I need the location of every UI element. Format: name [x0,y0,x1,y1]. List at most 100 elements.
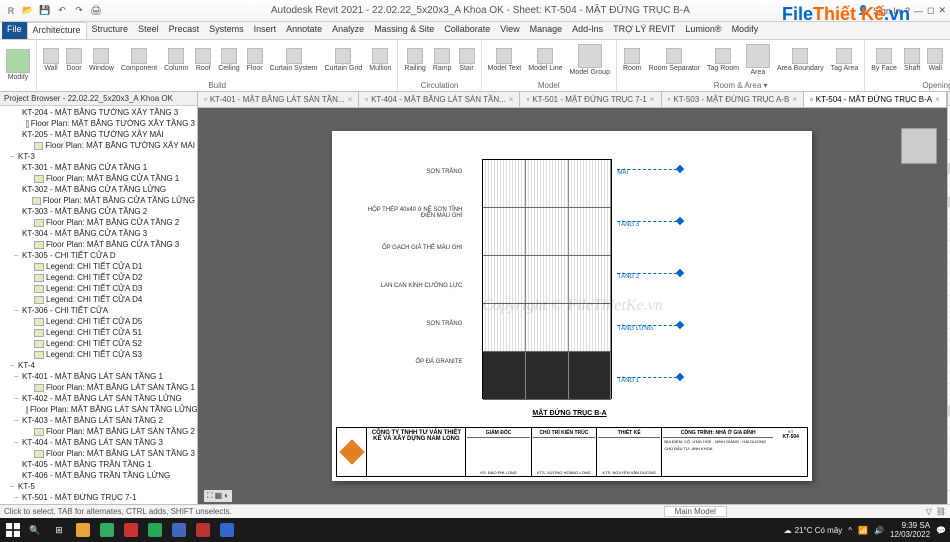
detail-level-icon[interactable]: ▦ [215,491,223,501]
select-links-icon[interactable]: ⛓ [936,507,946,516]
filter-icon[interactable]: ▽ [926,507,932,516]
ribbon-tab-modify[interactable]: Modify [727,22,764,39]
ribbon-tab-view[interactable]: View [495,22,524,39]
taskbar-app[interactable] [144,519,166,541]
ribbon-tab-massingsite[interactable]: Massing & Site [369,22,439,39]
by-face-button[interactable]: By Face [868,46,900,74]
taskbar-app[interactable] [168,519,190,541]
worksets-dropdown[interactable]: Main Model [664,506,727,517]
project-browser-tree[interactable]: KT-204 - MẶT BẰNG TƯỜNG XÂY TẦNG 3 Floor … [0,106,197,504]
model-line-button[interactable]: Model Line [525,46,565,74]
search-icon[interactable]: 🔍 [24,519,46,541]
tree-item[interactable]: Floor Plan: MẶT BẰNG TƯỜNG XÂY MÁI [0,140,197,151]
ribbon-tab-analyze[interactable]: Analyze [327,22,369,39]
ribbon-tab-trlrevit[interactable]: TRỢ LÝ REVIT [608,22,680,39]
view-control-bar[interactable]: ⛶ ▦ ◐ [204,490,232,502]
stair-button[interactable]: Stair [456,46,478,74]
tag-room-button[interactable]: Tag Room [704,46,742,74]
tree-item[interactable]: −KT-4 [0,360,197,371]
tree-item[interactable]: −KT-404 - MẶT BẰNG LÁT SÀN TẦNG 3 [0,437,197,448]
component-button[interactable]: Component [118,46,160,74]
clock[interactable]: 9:39 SA 12/03/2022 [890,521,930,539]
tree-item[interactable]: Floor Plan: MẶT BẰNG CỬA TẦNG 2 [0,217,197,228]
notifications-icon[interactable]: 💬 [936,526,946,535]
document-tab[interactable]: ▫KT-503 - MẶT ĐỨNG TRỤC A-B× [662,92,804,107]
tree-item[interactable]: −KT-401 - MẶT BẰNG LÁT SÀN TẦNG 1 [0,371,197,382]
save-icon[interactable]: 💾 [38,4,52,18]
ribbon-tab-structure[interactable]: Structure [87,22,134,39]
model-group-button[interactable]: Model Group [567,42,613,78]
tree-item[interactable]: KT-303 - MẶT BẰNG CỬA TẦNG 2 [0,206,197,217]
mullion-button[interactable]: Mullion [366,46,394,74]
close-icon[interactable]: ✕ [938,5,946,16]
tree-item[interactable]: Legend: CHI TIẾT CỬA D4 [0,294,197,305]
floor-button[interactable]: Floor [244,46,266,74]
document-tab[interactable]: ▫KT-404 - MẶT BẰNG LÁT SÀN TẦN...× [359,92,520,107]
ribbon-tab-precast[interactable]: Precast [164,22,205,39]
taskbar-app[interactable] [192,519,214,541]
area-button[interactable]: Area [743,42,773,78]
taskbar-app[interactable] [216,519,238,541]
tree-item[interactable]: Legend: CHI TIẾT CỬA S2 [0,338,197,349]
tree-item[interactable]: Floor Plan: MẶT BẰNG LÁT SÀN TẦNG 3 [0,448,197,459]
task-view-icon[interactable]: ⊞ [48,519,70,541]
ribbon-tab-file[interactable]: File [2,22,27,39]
ribbon-tab-collaborate[interactable]: Collaborate [439,22,495,39]
railing-button[interactable]: Railing [401,46,428,74]
ribbon-tab-lumion[interactable]: Lumion® [680,22,726,39]
ribbon-tab-addins[interactable]: Add-Ins [567,22,608,39]
close-tab-icon[interactable]: × [935,95,940,104]
tree-item[interactable]: Legend: CHI TIẾT CỬA D5 [0,316,197,327]
tree-item[interactable]: −KT-5 [0,481,197,492]
tree-item[interactable]: KT-301 - MẶT BẰNG CỬA TẦNG 1 [0,162,197,173]
ribbon-tab-steel[interactable]: Steel [133,22,164,39]
view-cube[interactable] [901,128,937,164]
tree-item[interactable]: Floor Plan: MẶT BẰNG LÁT SÀN TẦNG 2 [0,426,197,437]
modify-button[interactable]: Modify [3,47,33,83]
shaft-button[interactable]: Shaft [901,46,923,74]
door-button[interactable]: Door [63,46,85,74]
room-button[interactable]: Room [620,46,645,74]
ceiling-button[interactable]: Ceiling [215,46,242,74]
close-tab-icon[interactable]: × [792,95,797,104]
roof-button[interactable]: Roof [192,46,214,74]
document-tab[interactable]: ▫KT-501 - MẶT ĐỨNG TRỤC 7-1× [520,92,661,107]
tree-item[interactable]: −KT-3 [0,151,197,162]
room-separator-button[interactable]: Room Separator [646,46,703,74]
ribbon-tab-insert[interactable]: Insert [249,22,282,39]
document-tab[interactable]: ▫KT-504 - MẶT ĐỨNG TRỤC B-A× [804,92,947,107]
tree-item[interactable]: Legend: CHI TIẾT CỬA D3 [0,283,197,294]
area-boundary-button[interactable]: Area Boundary [774,46,827,74]
taskbar-app[interactable] [96,519,118,541]
ribbon-tab-manage[interactable]: Manage [525,22,568,39]
taskbar-app[interactable] [72,519,94,541]
ribbon-tab-architecture[interactable]: Architecture [27,22,87,39]
tree-item[interactable]: −KT-305 - CHI TIẾT CỬA D [0,250,197,261]
tree-item[interactable]: Floor Plan: MẶT BẰNG CỬA TẦNG 3 [0,239,197,250]
wifi-icon[interactable]: 📶 [858,526,868,535]
tray-chevron-icon[interactable]: ^ [848,526,852,535]
tree-item[interactable]: −KT-402 - MẶT BẰNG LÁT SÀN TẦNG LỬNG [0,393,197,404]
ribbon-tab-systems[interactable]: Systems [204,22,249,39]
tree-item[interactable]: −KT-501 - MẶT ĐỨNG TRỤC 7-1 [0,492,197,503]
tree-item[interactable]: Legend: CHI TIẾT CỬA S1 [0,327,197,338]
undo-icon[interactable]: ↶ [55,4,69,18]
tree-item[interactable]: Floor Plan: MẶT BẰNG LÁT SÀN TẦNG 1 [0,382,197,393]
column-button[interactable]: Column [161,46,191,74]
scale-icon[interactable]: ⛶ [207,491,213,501]
tree-item[interactable]: KT-405 - MẶT BẰNG TRẦN TẦNG 1 [0,459,197,470]
close-tab-icon[interactable]: × [348,95,353,104]
tree-item[interactable]: KT-204 - MẶT BẰNG TƯỜNG XÂY TẦNG 3 [0,107,197,118]
print-icon[interactable]: 🖨 [89,4,103,18]
tree-item[interactable]: Legend: CHI TIẾT CỬA S3 [0,349,197,360]
model-text-button[interactable]: Model Text [485,46,525,74]
wall-button[interactable]: Wall [924,46,946,74]
tree-item[interactable]: KT-304 - MẶT BẰNG CỬA TẦNG 3 [0,228,197,239]
maximize-icon[interactable]: ◻ [927,5,934,16]
wall-button[interactable]: Wall [40,46,62,74]
tree-item[interactable]: KT-205 - MẶT BẰNG TƯỜNG XÂY MÁI [0,129,197,140]
tree-item[interactable]: −KT-403 - MẶT BẰNG LÁT SÀN TẦNG 2 [0,415,197,426]
curtain-grid-button[interactable]: Curtain Grid [322,46,366,74]
tree-item[interactable]: Legend: CHI TIẾT CỬA D1 [0,261,197,272]
tree-item[interactable]: Legend: CHI TIẾT CỬA D2 [0,272,197,283]
